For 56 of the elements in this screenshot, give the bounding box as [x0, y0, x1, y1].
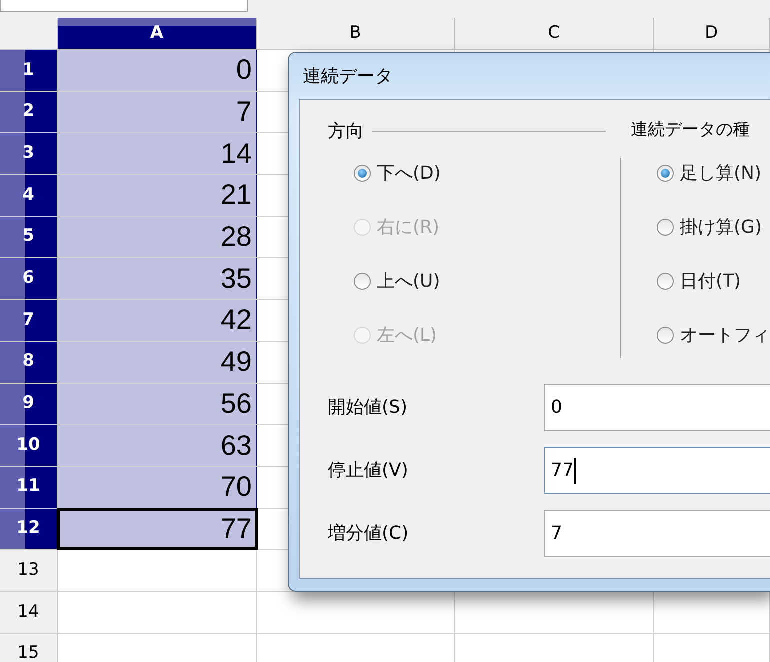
- table-cell[interactable]: 35: [58, 258, 257, 300]
- table-cell[interactable]: 21: [58, 175, 257, 216]
- row-header[interactable]: 11: [0, 466, 58, 508]
- radio-button[interactable]: [657, 326, 674, 344]
- radio-label: 上へ(U): [377, 270, 440, 294]
- table-cell[interactable]: 7: [58, 92, 257, 132]
- row-header[interactable]: 8: [0, 342, 58, 382]
- table-cell[interactable]: 77: [58, 508, 257, 550]
- radio-label: 日付(T): [680, 270, 742, 294]
- input-field[interactable]: 7: [544, 510, 770, 557]
- radio-label: 右に(R): [377, 216, 440, 240]
- radio-label: 左へ(L): [377, 324, 438, 348]
- dialog-title: 連続データ: [302, 64, 394, 88]
- table-cell[interactable]: 56: [58, 384, 257, 424]
- radio-button[interactable]: [354, 272, 371, 290]
- corner-cell[interactable]: [0, 18, 58, 49]
- row-header[interactable]: 3: [0, 133, 58, 174]
- name-box[interactable]: [0, 0, 248, 12]
- column-header[interactable]: A: [58, 18, 257, 49]
- table-cell[interactable]: 28: [58, 216, 257, 258]
- table-cell[interactable]: 42: [58, 300, 257, 341]
- radio-button[interactable]: [657, 164, 674, 182]
- radio-button[interactable]: [354, 164, 371, 182]
- table-cell[interactable]: 70: [58, 466, 257, 508]
- radio-label: 足し算(N): [680, 162, 762, 186]
- row-header[interactable]: 14: [0, 592, 58, 633]
- row-header[interactable]: 10: [0, 425, 58, 466]
- group-label: 連続データの種: [631, 119, 750, 142]
- radio-label: オートフィ: [680, 324, 770, 348]
- row-header[interactable]: 1: [0, 50, 58, 91]
- column-header[interactable]: D: [654, 18, 770, 49]
- input-field[interactable]: 77: [544, 447, 770, 494]
- row-header[interactable]: 12: [0, 508, 58, 550]
- table-cell[interactable]: 0: [58, 50, 257, 91]
- radio-label: 下へ(D): [377, 162, 441, 186]
- radio-label: 掛け算(G): [680, 216, 762, 240]
- field-label: 増分値(C): [328, 522, 410, 546]
- input-field[interactable]: 0: [544, 384, 770, 431]
- row-header[interactable]: 5: [0, 216, 58, 258]
- field-label: 停止値(V): [328, 459, 410, 483]
- table-cell[interactable]: 14: [58, 133, 257, 174]
- row-header[interactable]: 15: [0, 634, 58, 662]
- row-header[interactable]: 7: [0, 300, 58, 341]
- row-header[interactable]: 2: [0, 92, 58, 132]
- group-label: 方向: [328, 120, 364, 144]
- row-header[interactable]: 4: [0, 175, 58, 216]
- column-header[interactable]: B: [257, 18, 455, 49]
- radio-button[interactable]: [657, 218, 674, 236]
- table-cell[interactable]: 49: [58, 342, 257, 382]
- column-header[interactable]: C: [455, 18, 654, 49]
- row-header[interactable]: 9: [0, 384, 58, 424]
- row-header[interactable]: 13: [0, 550, 58, 591]
- row-header[interactable]: 6: [0, 258, 58, 300]
- field-label: 開始値(S): [328, 396, 408, 420]
- table-cell[interactable]: 63: [58, 425, 257, 466]
- radio-button[interactable]: [657, 272, 674, 290]
